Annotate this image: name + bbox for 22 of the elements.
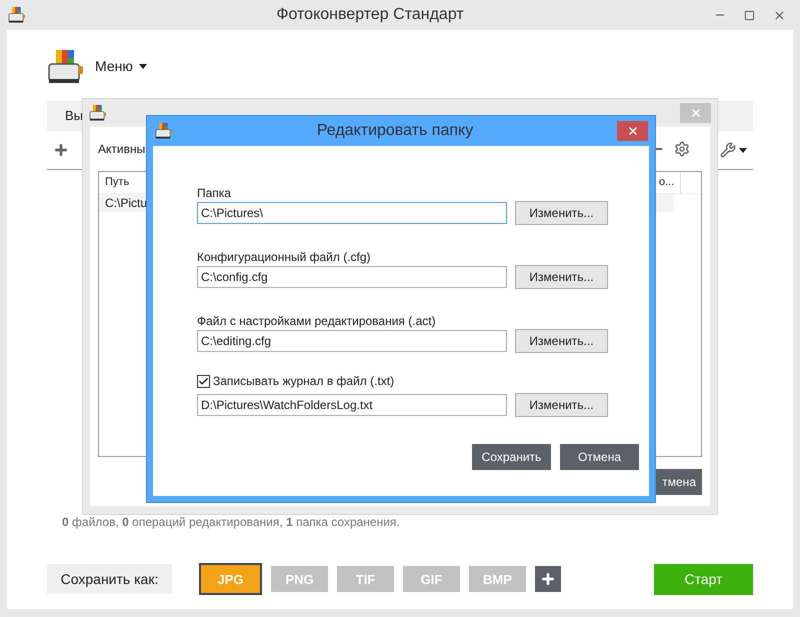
change-button[interactable]: Изменить...	[515, 393, 608, 417]
dialog-title: Редактировать папку	[316, 121, 474, 141]
field-label: Конфигурационный файл (.cfg)	[197, 249, 372, 264]
dialog-button[interactable]: Отмена	[560, 444, 639, 470]
column-header: о...	[659, 175, 674, 190]
change-button[interactable]: Изменить...	[515, 201, 608, 225]
status-text: 0 файлов, 0 операций редактирования, 1 папка сохранения.	[62, 514, 400, 529]
field-label: Файл с настройками редактирования (.act)	[197, 313, 437, 328]
section-label: Активны	[98, 141, 146, 158]
path-field[interactable]: C:\Pictures\	[197, 202, 507, 224]
path-field[interactable]: C:\editing.cfg	[197, 330, 507, 352]
path-field[interactable]: D:\Pictures\WatchFoldersLog.txt	[197, 394, 507, 416]
change-button[interactable]: Изменить...	[515, 329, 608, 353]
dialog-button[interactable]: Сохранить	[472, 444, 551, 470]
column-header: Путь	[104, 175, 130, 190]
menu-button[interactable]: Меню	[95, 56, 147, 78]
save-as-label: Сохранить как:	[47, 564, 172, 594]
path-field[interactable]: C:\config.cfg	[197, 266, 507, 288]
tab[interactable]: Вы	[65, 106, 84, 126]
checkbox-label: Записывать журнал в файл (.txt)	[213, 373, 394, 390]
change-button[interactable]: Изменить...	[515, 265, 608, 289]
window-title: Фотоконвертер Стандарт	[275, 5, 465, 25]
